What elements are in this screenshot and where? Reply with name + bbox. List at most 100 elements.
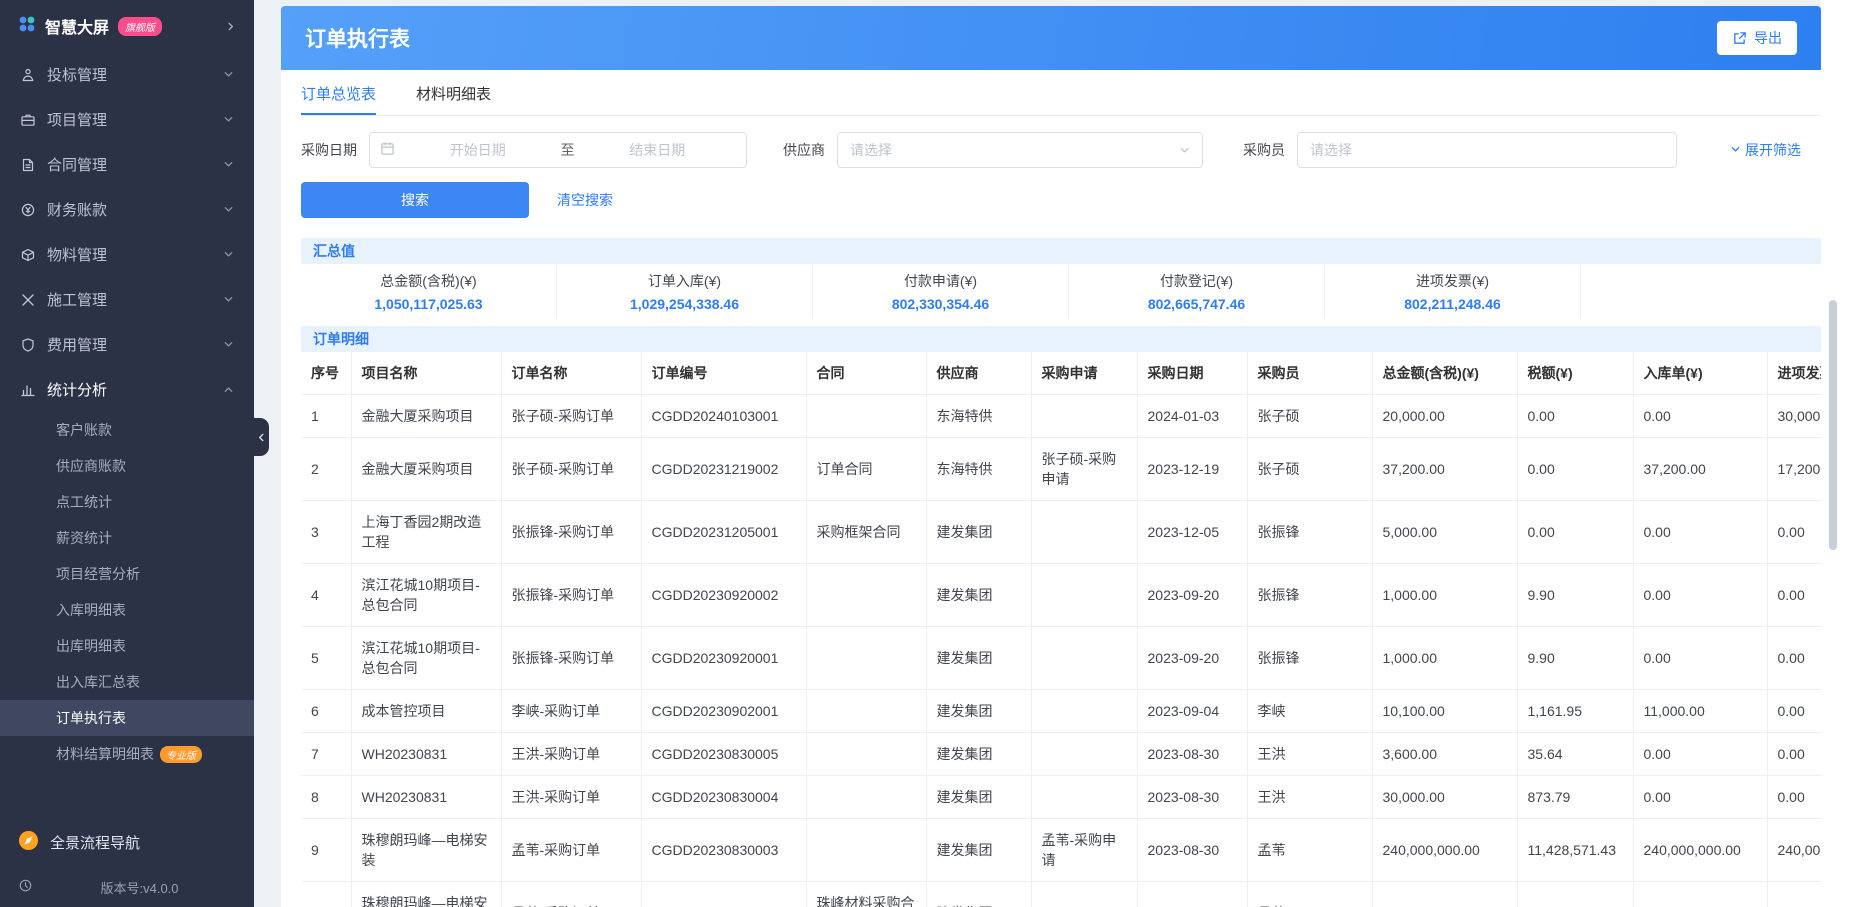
buyer-input[interactable] bbox=[1297, 132, 1677, 168]
column-header: 供应商 bbox=[926, 352, 1032, 395]
sidebar-subitem[interactable]: 材料结算明细表 专业版 bbox=[0, 736, 254, 772]
sidebar-item-label: 投标管理 bbox=[47, 67, 108, 84]
sidebar-item-stats[interactable]: 统计分析 bbox=[0, 367, 254, 412]
table-cell: CGDD20231219002 bbox=[641, 437, 807, 501]
page-header: 订单执行表 导出 bbox=[281, 6, 1821, 70]
tab-label: 材料明细表 bbox=[416, 86, 492, 103]
expand-filters-link[interactable]: 展开筛选 bbox=[1730, 140, 1801, 160]
table-cell: 30,000.00 bbox=[1767, 394, 1821, 438]
column-header: 进项发票(¥) bbox=[1767, 352, 1821, 395]
table-cell: 17,200.00 bbox=[1767, 437, 1821, 501]
sidebar-subitem-label: 薪资统计 bbox=[56, 530, 112, 546]
sidebar-subitem[interactable]: 薪资统计 bbox=[0, 520, 254, 556]
table-cell bbox=[806, 775, 927, 819]
export-button[interactable]: 导出 bbox=[1717, 21, 1797, 55]
vertical-scrollbar[interactable] bbox=[1829, 300, 1837, 550]
sidebar-subitem-label: 供应商账款 bbox=[56, 458, 126, 474]
table-cell: 6 bbox=[301, 689, 352, 733]
sidebar-subitem[interactable]: 出库明细表 bbox=[0, 628, 254, 664]
contract-icon bbox=[20, 157, 36, 173]
summary-section-header: 汇总值 bbox=[301, 238, 1821, 264]
main-content: 订单执行表 导出 订单总览表 材料明细表 采购日期 至 bbox=[281, 6, 1821, 907]
table-cell bbox=[806, 689, 927, 733]
start-date-input[interactable] bbox=[399, 142, 557, 158]
app-root: 智慧大屏 旗舰版 投标管理项目管理 合同管理 财务账款物料管理施工管理费用管理统计分… bbox=[0, 0, 1853, 907]
summary-card-value: 802,665,747.46 bbox=[1147, 295, 1246, 312]
sidebar-item-contract[interactable]: 合同管理 bbox=[0, 142, 254, 187]
tab-material-detail[interactable]: 材料明细表 bbox=[416, 70, 491, 115]
table-row: 9 珠穆朗玛峰—电梯安装 孟苇-采购订单 CGDD20230830003 建发集团 孟苇-… bbox=[301, 818, 1821, 882]
table-cell: 5 bbox=[301, 626, 352, 690]
tabs-bar: 订单总览表 材料明细表 bbox=[301, 70, 1821, 116]
table-cell: 东海特供 bbox=[926, 437, 1032, 501]
end-date-input[interactable] bbox=[578, 142, 736, 158]
summary-card: 进项发票(¥) 802,211,248.46 bbox=[1325, 264, 1581, 318]
sidebar-subitem[interactable]: 出入库汇总表 bbox=[0, 664, 254, 700]
summary-card: 付款申请(¥) 802,330,354.46 bbox=[813, 264, 1069, 318]
table-cell: 采购框架合同 bbox=[806, 500, 927, 564]
sidebar-subitem[interactable]: 项目经营分析 bbox=[0, 556, 254, 592]
sidebar-subitem-label: 材料结算明细表 bbox=[56, 746, 154, 762]
table-cell: 张子硕-采购订单 bbox=[501, 437, 642, 501]
sidebar-item-project[interactable]: 项目管理 bbox=[0, 97, 254, 142]
supplier-select[interactable]: 请选择 bbox=[837, 132, 1203, 168]
tab-order-overview[interactable]: 订单总览表 bbox=[301, 70, 377, 115]
summary-card-label: 总金额(含税)(¥) bbox=[380, 272, 477, 289]
page-body: 订单总览表 材料明细表 采购日期 至 供应商 请选择 bbox=[281, 70, 1821, 907]
sidebar-item-material[interactable]: 物料管理 bbox=[0, 232, 254, 277]
chevron-down-icon bbox=[223, 249, 234, 260]
summary-card-value: 1,050,117,025.63 bbox=[374, 295, 483, 312]
supplier-label: 供应商 bbox=[783, 142, 825, 158]
table-cell: 0.00 bbox=[1517, 500, 1634, 564]
table-cell: 0.00 bbox=[1633, 563, 1768, 627]
summary-card-label: 进项发票(¥) bbox=[1415, 272, 1490, 289]
sidebar-item-label: 物料管理 bbox=[47, 247, 108, 264]
clear-search-link[interactable]: 清空搜索 bbox=[557, 190, 613, 210]
chevron-right-icon[interactable] bbox=[225, 21, 236, 32]
sidebar-item-construction[interactable]: 施工管理 bbox=[0, 277, 254, 322]
table-cell: 建发集团 bbox=[926, 689, 1032, 733]
table-cell: 240,000,000.00 bbox=[1372, 818, 1518, 882]
table-cell: WH20230831 bbox=[351, 732, 502, 776]
table-cell: 30,000.00 bbox=[1372, 775, 1518, 819]
logo-row[interactable]: 智慧大屏 旗舰版 bbox=[0, 0, 254, 52]
sidebar-subitem[interactable]: 点工统计 bbox=[0, 484, 254, 520]
table-cell: 0.00 bbox=[1767, 689, 1821, 733]
table-cell: 滨江花城10期项目-总包合同 bbox=[351, 626, 502, 690]
sidebar-item-expense[interactable]: 费用管理 bbox=[0, 322, 254, 367]
table-cell: 金融大厦采购项目 bbox=[351, 437, 502, 501]
sidebar-subitem[interactable]: 订单执行表 bbox=[0, 700, 254, 736]
table-row: 2 金融大厦采购项目 张子硕-采购订单 CGDD20231219002 订单合同 东海特供… bbox=[301, 437, 1821, 501]
sidebar-item-finance[interactable]: 财务账款 bbox=[0, 187, 254, 232]
sidebar: 智慧大屏 旗舰版 投标管理项目管理 合同管理 财务账款物料管理施工管理费用管理统计分… bbox=[0, 0, 254, 907]
table-cell: 张振锋-采购订单 bbox=[501, 563, 642, 627]
sidebar-subitem[interactable]: 客户账款 bbox=[0, 412, 254, 448]
sidebar-item-label: 费用管理 bbox=[47, 337, 108, 354]
search-button[interactable]: 搜索 bbox=[301, 182, 529, 218]
table-cell: 4 bbox=[301, 563, 352, 627]
table-row: 6 成本管控项目 李峡-采购订单 CGDD20230902001 建发集团 2023-09… bbox=[301, 689, 1821, 733]
sidebar-item-bid[interactable]: 投标管理 bbox=[0, 52, 254, 97]
sidebar-collapse-handle[interactable] bbox=[254, 418, 269, 456]
table-cell: 0.00 bbox=[1767, 732, 1821, 776]
table-cell: 张振锋-采购订单 bbox=[501, 500, 642, 564]
column-header: 入库单(¥) bbox=[1633, 352, 1768, 395]
filter-row: 采购日期 至 供应商 请选择 采购员 展开筛选 bbox=[301, 132, 1821, 168]
panorama-label: 全景流程导航 bbox=[50, 834, 141, 852]
table-header-row: 序号 项目名称 订单名称 订单编号 合同 供应商 采购申请 采购日期 采购员 总金额(含税)(¥)… bbox=[301, 352, 1821, 395]
sidebar-item-panorama-nav[interactable]: 全景流程导航 bbox=[0, 817, 254, 867]
table-cell: 23,809,523.8 bbox=[1517, 881, 1634, 907]
table-cell: 500,0 bbox=[1767, 881, 1821, 907]
table-row: 7 WH20230831 王洪-采购订单 CGDD20230830005 建发集团 202… bbox=[301, 732, 1821, 776]
sidebar-item-label: 统计分析 bbox=[47, 382, 108, 399]
table-cell bbox=[1031, 881, 1138, 907]
table-cell: 建发集团 bbox=[926, 500, 1032, 564]
chevron-up-icon bbox=[223, 384, 234, 395]
sidebar-subitem[interactable]: 入库明细表 bbox=[0, 592, 254, 628]
date-range-picker[interactable]: 至 bbox=[369, 132, 747, 168]
table-row: 3 上海丁香园2期改造工程 张振锋-采购订单 CGDD20231205001 采购框架合… bbox=[301, 500, 1821, 564]
table-row: 4 滨江花城10期项目-总包合同 张振锋-采购订单 CGDD20230920002 建发… bbox=[301, 563, 1821, 627]
table-row: 8 WH20230831 王洪-采购订单 CGDD20230830004 建发集团 202… bbox=[301, 775, 1821, 819]
table-cell: 订单合同 bbox=[806, 437, 927, 501]
sidebar-subitem[interactable]: 供应商账款 bbox=[0, 448, 254, 484]
